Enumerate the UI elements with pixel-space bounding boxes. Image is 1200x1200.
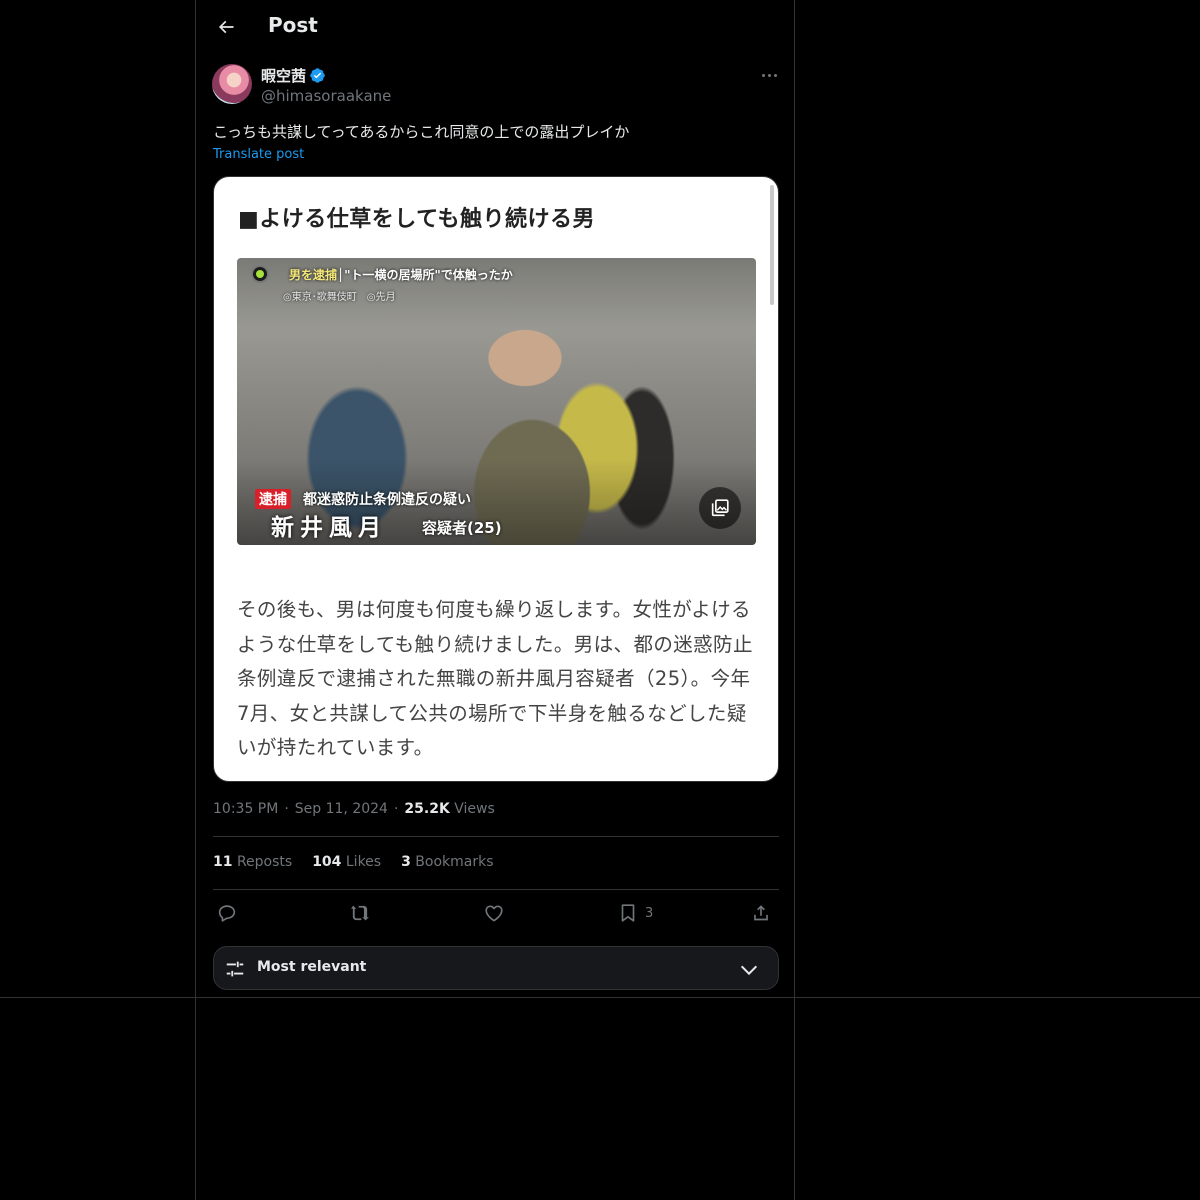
repost-icon (351, 905, 369, 921)
share-icon (754, 905, 768, 921)
main-column: Post 暇空茜 @himasoraakane こっちも共謀してってあるからこれ… (195, 0, 795, 1200)
bookmarks-label: Bookmarks (415, 854, 494, 870)
reply-sort-dropdown[interactable]: Most relevant (213, 946, 779, 990)
likes-count: 104 (312, 854, 342, 870)
bookmarks-count: 3 (401, 854, 411, 870)
post-text: こっちも共謀してってあるからこれ同意の上での露出プレイか (213, 123, 630, 141)
translate-post-link[interactable]: Translate post (213, 147, 304, 162)
meta-separator: · (284, 801, 289, 817)
chevron-down-icon (740, 965, 758, 976)
more-dot (767, 73, 771, 77)
engagement-stats: 11 Reposts 104 Likes 3 Bookmarks (213, 854, 494, 870)
divider (213, 836, 779, 837)
author-handle[interactable]: @himasoraakane (261, 87, 391, 105)
reply-icon (218, 905, 236, 922)
media-heading: ■よける仕草をしても触り続ける男 (238, 207, 596, 232)
live-indicator-icon (251, 265, 269, 283)
gallery-icon (711, 499, 729, 517)
media-scrollbar (770, 185, 774, 305)
page-title: Post (268, 13, 318, 37)
action-bar: 3 (213, 898, 779, 928)
post-date[interactable]: Sep 11, 2024 (295, 801, 388, 817)
back-button[interactable] (208, 9, 244, 45)
suspect-name: 新井風月 (271, 515, 387, 541)
reply-button[interactable] (216, 898, 238, 928)
divider (213, 889, 779, 890)
more-dot (773, 73, 777, 77)
post-meta: 10:35 PM · Sep 11, 2024 · 25.2K Views (213, 801, 495, 817)
sliders-icon (226, 961, 244, 977)
media-body-text: その後も、男は何度も何度も繰り返します。女性がよけるような仕草をしても触り続けま… (237, 598, 753, 759)
news-photo: 男を逮捕│"ト一横の居場所"で体触ったか ◎東京･歌舞伎町 ◎先月 逮捕 都迷惑… (237, 258, 756, 545)
repost-button[interactable] (349, 898, 371, 928)
reposts-stat[interactable]: 11 Reposts (213, 854, 292, 870)
likes-stat[interactable]: 104 Likes (312, 854, 381, 870)
bookmarks-stat[interactable]: 3 Bookmarks (401, 854, 493, 870)
author-display-name[interactable]: 暇空茜 (261, 65, 306, 86)
views-label: Views (454, 801, 495, 817)
views-count: 25.2K (404, 801, 450, 817)
likes-label: Likes (345, 854, 382, 870)
post-media-image[interactable]: ■よける仕草をしても触り続ける男 男を逮捕│"ト一横の居場所"で体触ったか ◎東… (213, 176, 779, 782)
avatar[interactable] (212, 64, 252, 104)
meta-separator: · (393, 801, 399, 817)
heart-icon (485, 905, 503, 922)
gallery-button[interactable] (699, 487, 741, 529)
post-header: Post (196, 0, 794, 54)
arrest-badge: 逮捕 (255, 489, 291, 509)
more-options-button[interactable] (756, 64, 782, 86)
verified-badge-icon[interactable] (309, 67, 326, 84)
bookmark-button[interactable]: 3 (617, 898, 653, 928)
bookmark-count: 3 (645, 905, 654, 921)
sort-label: Most relevant (257, 959, 367, 975)
page-divider (0, 997, 1200, 998)
post-time[interactable]: 10:35 PM (213, 801, 278, 817)
suspect-title: 容疑者(25) (422, 519, 502, 537)
arrow-left-icon (218, 20, 234, 34)
bookmark-icon (621, 904, 635, 922)
photo-caption-headline: │"ト一横の居場所"で体触ったか (337, 268, 513, 282)
photo-caption-tag: 男を逮捕 (289, 268, 338, 282)
photo-caption-top: 男を逮捕│"ト一横の居場所"で体触ったか (289, 266, 513, 283)
arrest-charge: 都迷惑防止条例違反の疑い (303, 492, 471, 508)
more-dot (761, 73, 765, 77)
photo-caption-location: ◎東京･歌舞伎町 ◎先月 (283, 292, 396, 303)
reposts-label: Reposts (236, 854, 293, 870)
like-button[interactable] (483, 898, 505, 928)
reposts-count: 11 (213, 854, 233, 870)
share-button[interactable] (750, 898, 772, 928)
